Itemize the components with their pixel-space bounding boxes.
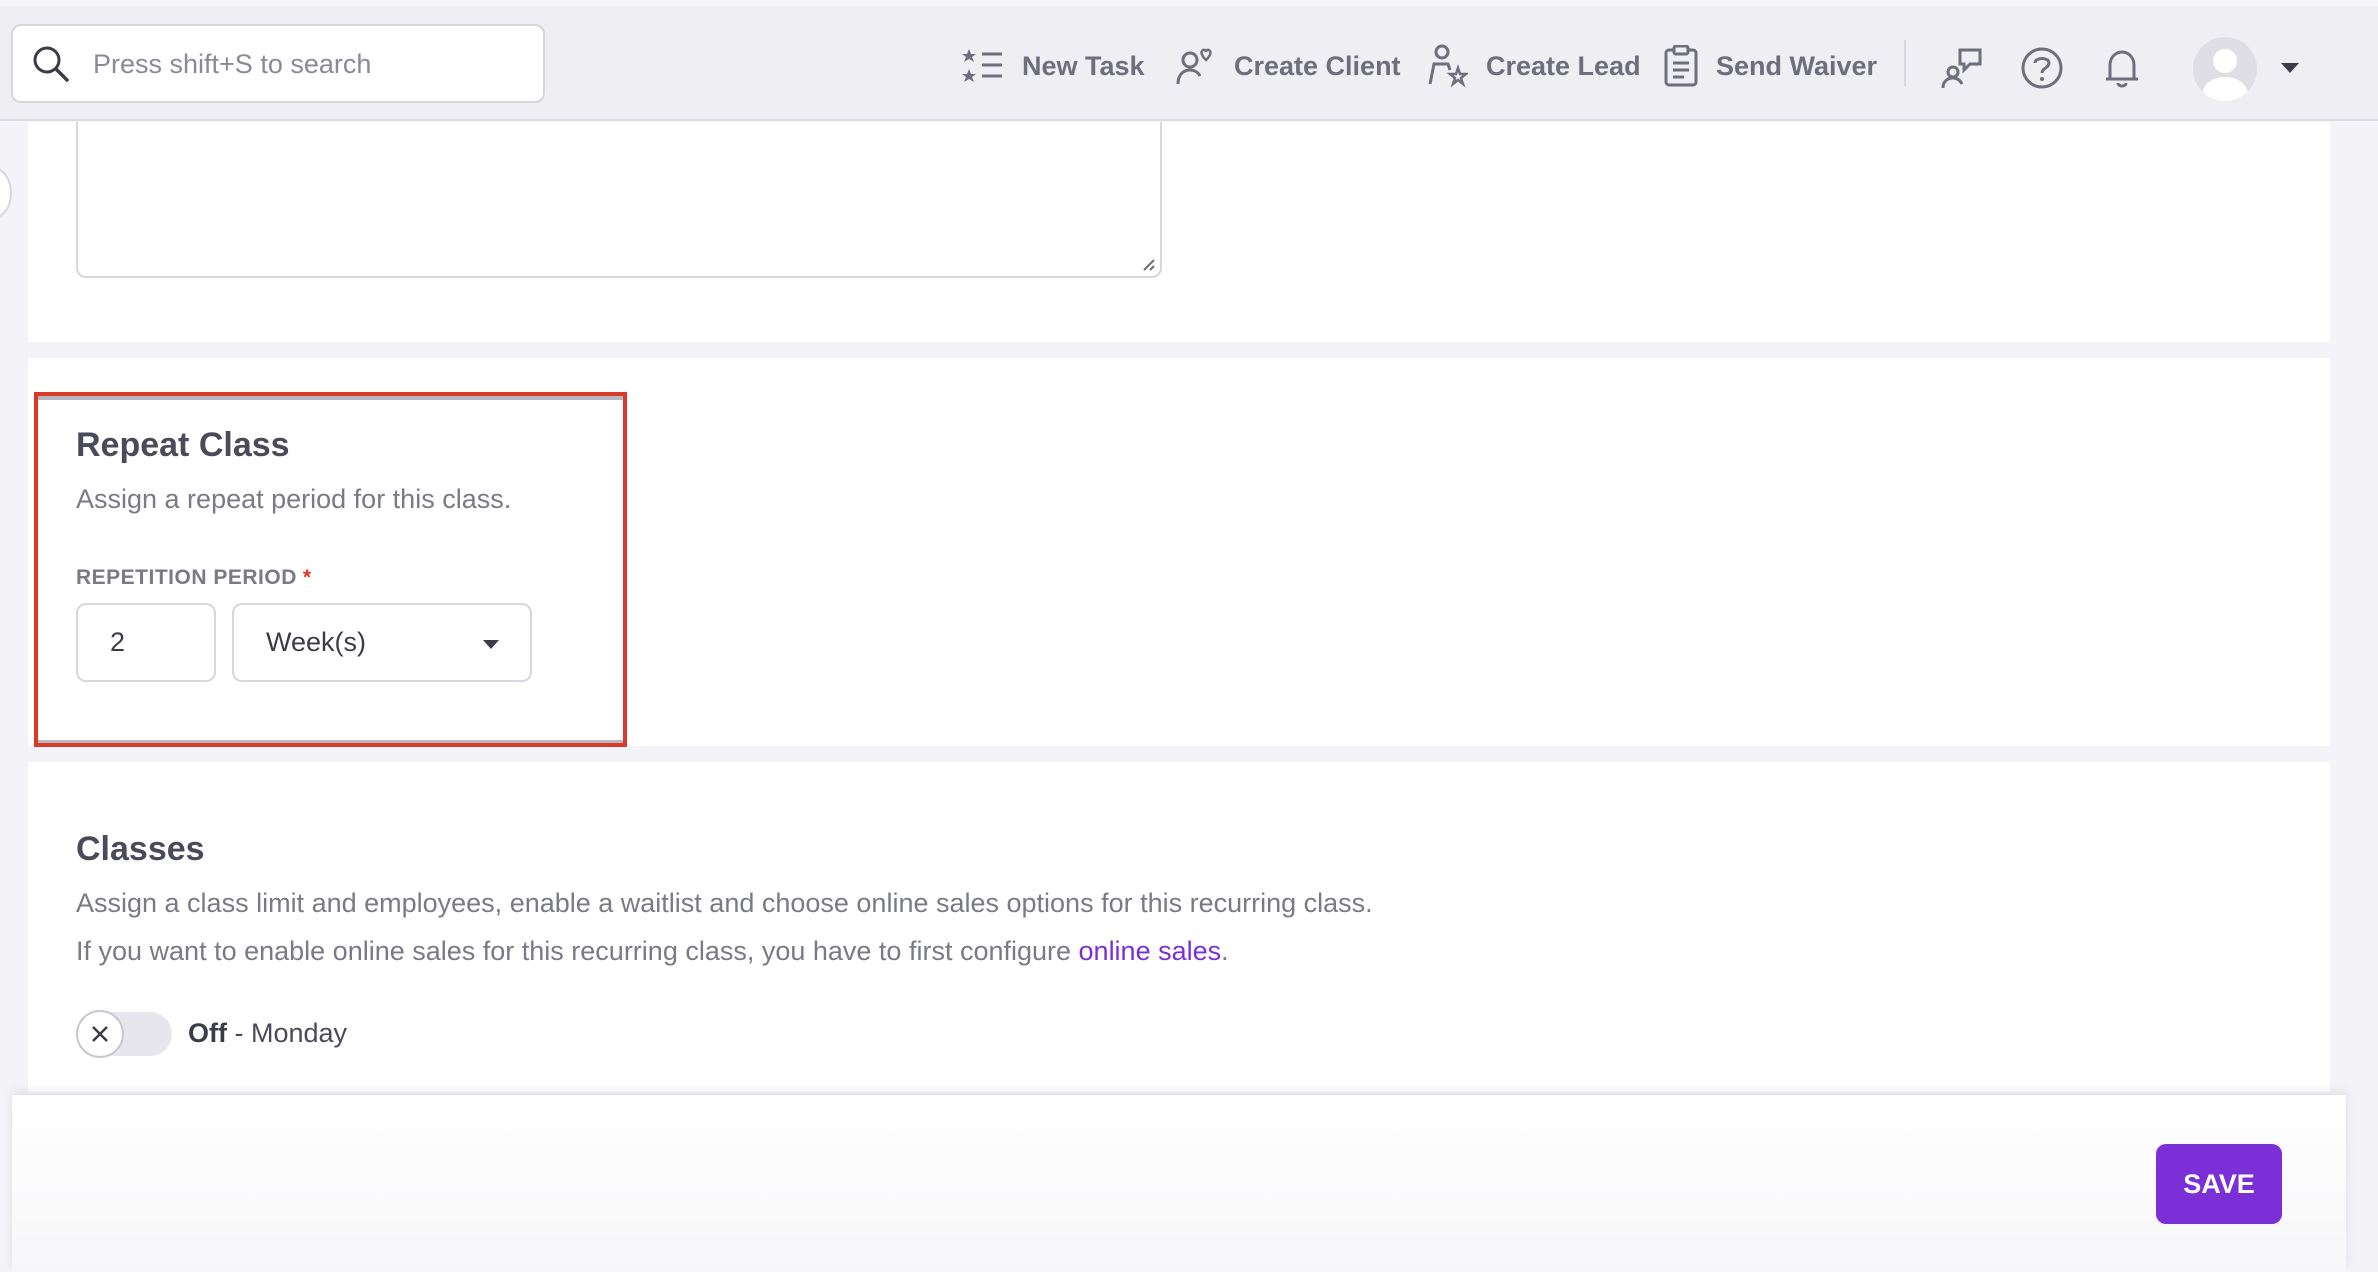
send-waiver-label: Send Waiver bbox=[1716, 50, 1878, 81]
create-client-label: Create Client bbox=[1234, 50, 1401, 81]
close-icon bbox=[92, 1026, 108, 1042]
chat-user-icon bbox=[1941, 48, 1982, 89]
search-icon bbox=[33, 46, 69, 82]
toggle-day: - Monday bbox=[226, 1018, 348, 1048]
resize-handle-icon[interactable] bbox=[1140, 256, 1156, 272]
top-bar: New Task Create Client Create Lead Send … bbox=[0, 6, 2378, 121]
monday-toggle-label: Off - Monday bbox=[188, 1018, 347, 1049]
header-divider bbox=[1904, 40, 1906, 86]
description-textarea[interactable] bbox=[76, 122, 1162, 278]
classes-card bbox=[28, 762, 2330, 1092]
chat-user-button[interactable] bbox=[1940, 46, 1984, 90]
search-input[interactable] bbox=[93, 40, 523, 88]
classes-description: Assign a class limit and employees, enab… bbox=[76, 888, 1373, 918]
repetition-period-label: REPETITION PERIOD * bbox=[76, 566, 312, 590]
client-heart-icon bbox=[1176, 48, 1212, 85]
new-task-button[interactable]: New Task bbox=[962, 41, 1145, 91]
new-task-label: New Task bbox=[1022, 50, 1145, 81]
search-box[interactable] bbox=[11, 24, 545, 103]
create-lead-button[interactable]: Create Lead bbox=[1428, 41, 1641, 91]
help-icon bbox=[2021, 47, 2063, 89]
notifications-button[interactable] bbox=[2100, 46, 2144, 90]
footer-bar bbox=[12, 1095, 2346, 1272]
monday-toggle[interactable] bbox=[76, 1010, 172, 1058]
repeat-class-description: Assign a repeat period for this class. bbox=[76, 484, 512, 514]
toggle-knob bbox=[76, 1010, 124, 1058]
avatar[interactable] bbox=[2193, 37, 2257, 101]
repetition-unit-value: Week(s) bbox=[266, 627, 367, 657]
repetition-unit-select[interactable]: Week(s) bbox=[232, 603, 532, 682]
online-sales-suffix: . bbox=[1221, 936, 1229, 966]
online-sales-prefix: If you want to enable online sales for t… bbox=[76, 936, 1079, 966]
create-client-button[interactable]: Create Client bbox=[1176, 41, 1401, 91]
send-waiver-button[interactable]: Send Waiver bbox=[1664, 41, 1877, 91]
sidebar-collapse-handle[interactable] bbox=[0, 168, 12, 218]
bell-icon bbox=[2106, 50, 2138, 88]
repetition-period-input[interactable] bbox=[76, 603, 216, 682]
online-sales-note: If you want to enable online sales for t… bbox=[76, 936, 1229, 967]
create-lead-label: Create Lead bbox=[1486, 50, 1641, 81]
chevron-down-icon[interactable] bbox=[2280, 62, 2300, 74]
help-button[interactable] bbox=[2020, 46, 2064, 90]
required-mark: * bbox=[302, 566, 312, 589]
classes-title: Classes bbox=[76, 830, 205, 868]
clipboard-icon bbox=[1664, 45, 1698, 87]
repeat-class-title: Repeat Class bbox=[76, 426, 290, 464]
lead-star-icon bbox=[1428, 44, 1468, 88]
online-sales-link[interactable]: online sales bbox=[1079, 936, 1222, 966]
dropdown-caret-icon bbox=[483, 640, 499, 649]
task-list-icon bbox=[962, 49, 1002, 82]
toggle-state: Off bbox=[188, 1018, 227, 1048]
save-button[interactable]: SAVE bbox=[2156, 1144, 2282, 1224]
user-avatar-icon bbox=[2201, 49, 2249, 101]
repetition-period-label-text: REPETITION PERIOD bbox=[76, 566, 297, 589]
